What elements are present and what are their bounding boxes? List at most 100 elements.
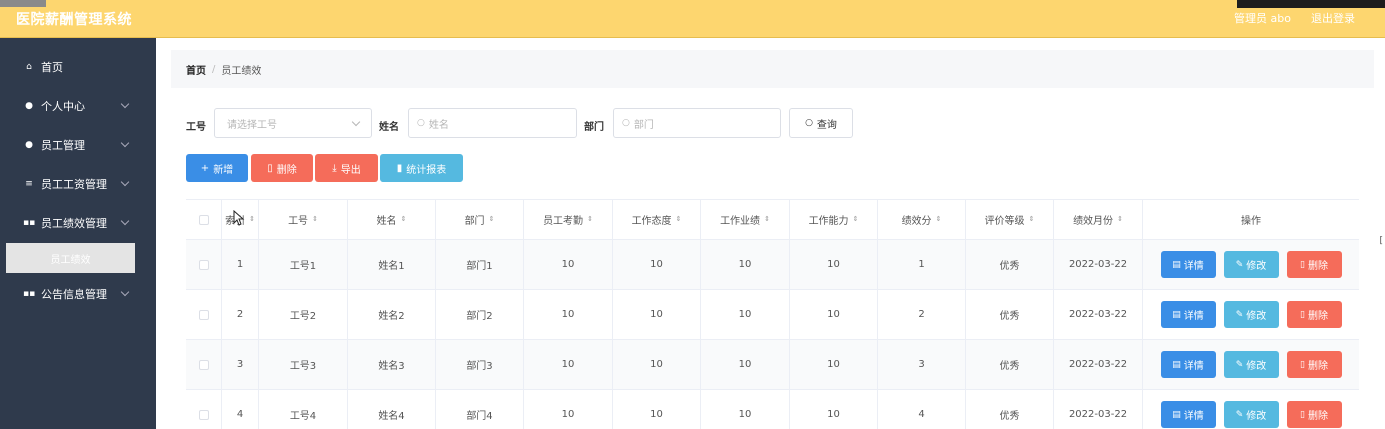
pencil-icon: ✎	[1235, 259, 1244, 270]
delete-row-button[interactable]: ▯ 删除	[1286, 251, 1342, 278]
top-header: 医院薪酬管理系统 管理员 abo 退出登录	[0, 0, 1385, 38]
scroll-edge-icon: [	[1379, 236, 1383, 246]
cell-month: 2022-03-22	[1054, 290, 1143, 339]
cell-grade: 优秀	[966, 390, 1054, 429]
cell-name: 姓名3	[348, 340, 436, 389]
sidebar-item-personal-center[interactable]: ● 个人中心	[0, 91, 156, 121]
sort-icon: ⇕	[675, 215, 682, 223]
delete-row-button-label: 删除	[1307, 311, 1328, 322]
sidebar-item-salary-management[interactable]: ≡ 员工工资管理	[0, 169, 156, 199]
search-icon: ○	[417, 118, 425, 128]
gonghao-label: 工号	[186, 122, 206, 133]
cell-ability: 10	[790, 240, 878, 289]
gonghao-select[interactable]: 请选择工号	[214, 108, 372, 138]
bar-chart-icon: ▮	[396, 162, 403, 174]
app-title: 医院薪酬管理系统	[16, 12, 132, 28]
cell-dept: 部门3	[436, 340, 524, 389]
cell-score: 4	[878, 390, 966, 429]
logout-link[interactable]: 退出登录	[1311, 10, 1355, 26]
sort-icon: ⇕	[852, 215, 859, 223]
edit-row-button[interactable]: ✎ 修改	[1223, 251, 1279, 278]
pencil-icon: ✎	[1235, 409, 1244, 420]
detail-row-button[interactable]: ▤ 详情	[1160, 401, 1216, 428]
cell-dept: 部门4	[436, 390, 524, 429]
sidebar-item-employee-management[interactable]: ● 员工管理	[0, 130, 156, 160]
window-edge	[1237, 0, 1385, 8]
query-button[interactable]: ○ 查询	[789, 108, 853, 138]
column-header-performance[interactable]: 工作业绩 ⇕	[701, 200, 790, 239]
performance-table: 索引⇕ 工号⇕ 姓名⇕ 部门⇕ 员工考勤⇕ 工作态度⇕ 工作业绩⇕ 工作能力⇕ …	[186, 199, 1359, 429]
column-header-score[interactable]: 绩效分 ⇕	[878, 200, 966, 239]
report-button-label: 统计报表	[406, 164, 447, 176]
table-row: 3 工号3 姓名3 部门3 10 10 10 10 3 优秀 2022-03-22 ▤ 详情 ✎ 修改 ▯ 删除	[186, 340, 1359, 390]
cell-attendance: 10	[524, 340, 613, 389]
plus-icon: +	[200, 162, 210, 174]
query-button-label: 查询	[816, 119, 837, 131]
breadcrumb: 首页 / 员工绩效	[171, 50, 1374, 88]
table-body: 1 工号1 姓名1 部门1 10 10 10 10 1 优秀 2022-03-22 ▤ 详情 ✎ 修改 ▯ 删除…	[186, 240, 1359, 429]
row-checkbox[interactable]	[198, 359, 209, 370]
detail-row-button-label: 详情	[1183, 261, 1204, 272]
sidebar-item-home[interactable]: ⌂ 首页	[0, 52, 156, 82]
sort-icon: ⇕	[249, 215, 255, 223]
sort-icon: ⇕	[764, 215, 770, 223]
download-icon: ⤓	[332, 162, 337, 174]
cell-month: 2022-03-22	[1054, 390, 1143, 429]
edit-row-button[interactable]: ✎ 修改	[1223, 351, 1279, 378]
row-checkbox[interactable]	[198, 259, 209, 270]
column-header-ability[interactable]: 工作能力 ⇕	[790, 200, 878, 239]
row-select-cell	[186, 240, 222, 289]
cell-index: 1	[222, 240, 259, 289]
sidebar: ⌂ 首页 ● 个人中心 ● 员工管理 ≡ 员工工资管理 ▪▪ 员工绩效管理 员工…	[0, 38, 156, 429]
column-header-attendance[interactable]: 员工考勤 ⇕	[524, 200, 613, 239]
detail-row-button[interactable]: ▤ 详情	[1160, 251, 1216, 278]
cell-attitude: 10	[613, 290, 701, 339]
row-actions: ▤ 详情 ✎ 修改 ▯ 删除	[1143, 290, 1359, 339]
edit-row-button[interactable]: ✎ 修改	[1223, 301, 1279, 328]
sidebar-item-performance-management[interactable]: ▪▪ 员工绩效管理	[0, 208, 156, 238]
chevron-down-icon	[120, 177, 130, 187]
breadcrumb-current: 员工绩效	[221, 65, 262, 77]
add-button-label: 新增	[213, 164, 234, 176]
cell-ability: 10	[790, 290, 878, 339]
delete-row-button[interactable]: ▯ 删除	[1286, 401, 1342, 428]
select-all-checkbox[interactable]	[198, 214, 209, 225]
row-checkbox[interactable]	[198, 409, 209, 420]
edit-row-button[interactable]: ✎ 修改	[1223, 401, 1279, 428]
cell-gonghao: 工号1	[259, 240, 348, 289]
sort-icon: ⇕	[1028, 215, 1035, 223]
export-button[interactable]: ⤓ 导出	[315, 154, 378, 182]
sidebar-item-label: 员工绩效管理	[41, 217, 107, 230]
sidebar-subitem-performance[interactable]: 员工绩效	[6, 243, 135, 273]
chevron-down-icon	[351, 117, 361, 127]
delete-button[interactable]: ▯ 删除	[251, 154, 313, 182]
cell-attendance: 10	[524, 390, 613, 429]
column-header-gonghao[interactable]: 工号 ⇕	[259, 200, 348, 239]
column-header-attitude[interactable]: 工作态度 ⇕	[613, 200, 701, 239]
column-header-name[interactable]: 姓名 ⇕	[348, 200, 436, 239]
cell-month: 2022-03-22	[1054, 240, 1143, 289]
table-header-row: 索引⇕ 工号⇕ 姓名⇕ 部门⇕ 员工考勤⇕ 工作态度⇕ 工作业绩⇕ 工作能力⇕ …	[186, 200, 1359, 240]
cell-attendance: 10	[524, 240, 613, 289]
row-checkbox[interactable]	[198, 309, 209, 320]
detail-row-button[interactable]: ▤ 详情	[1160, 301, 1216, 328]
column-header-month[interactable]: 绩效月份 ⇕	[1054, 200, 1143, 239]
search-icon: ○	[622, 118, 630, 128]
cell-grade: 优秀	[966, 240, 1054, 289]
sidebar-item-notice-management[interactable]: ▪▪ 公告信息管理	[0, 279, 156, 309]
column-header-dept[interactable]: 部门 ⇕	[436, 200, 524, 239]
window-edge	[0, 0, 46, 7]
breadcrumb-home[interactable]: 首页	[186, 62, 206, 77]
cell-attitude: 10	[613, 240, 701, 289]
delete-row-button[interactable]: ▯ 删除	[1286, 351, 1342, 378]
add-button[interactable]: + 新增	[186, 154, 248, 182]
dept-input[interactable]: ○ 部门	[613, 108, 781, 138]
cell-performance: 10	[701, 390, 790, 429]
menu-icon: ≡	[25, 179, 33, 189]
detail-row-button[interactable]: ▤ 详情	[1160, 351, 1216, 378]
report-button[interactable]: ▮ 统计报表	[380, 154, 463, 182]
column-header-grade[interactable]: 评价等级 ⇕	[966, 200, 1054, 239]
cell-performance: 10	[701, 340, 790, 389]
delete-row-button[interactable]: ▯ 删除	[1286, 301, 1342, 328]
name-input[interactable]: ○ 姓名	[408, 108, 577, 138]
